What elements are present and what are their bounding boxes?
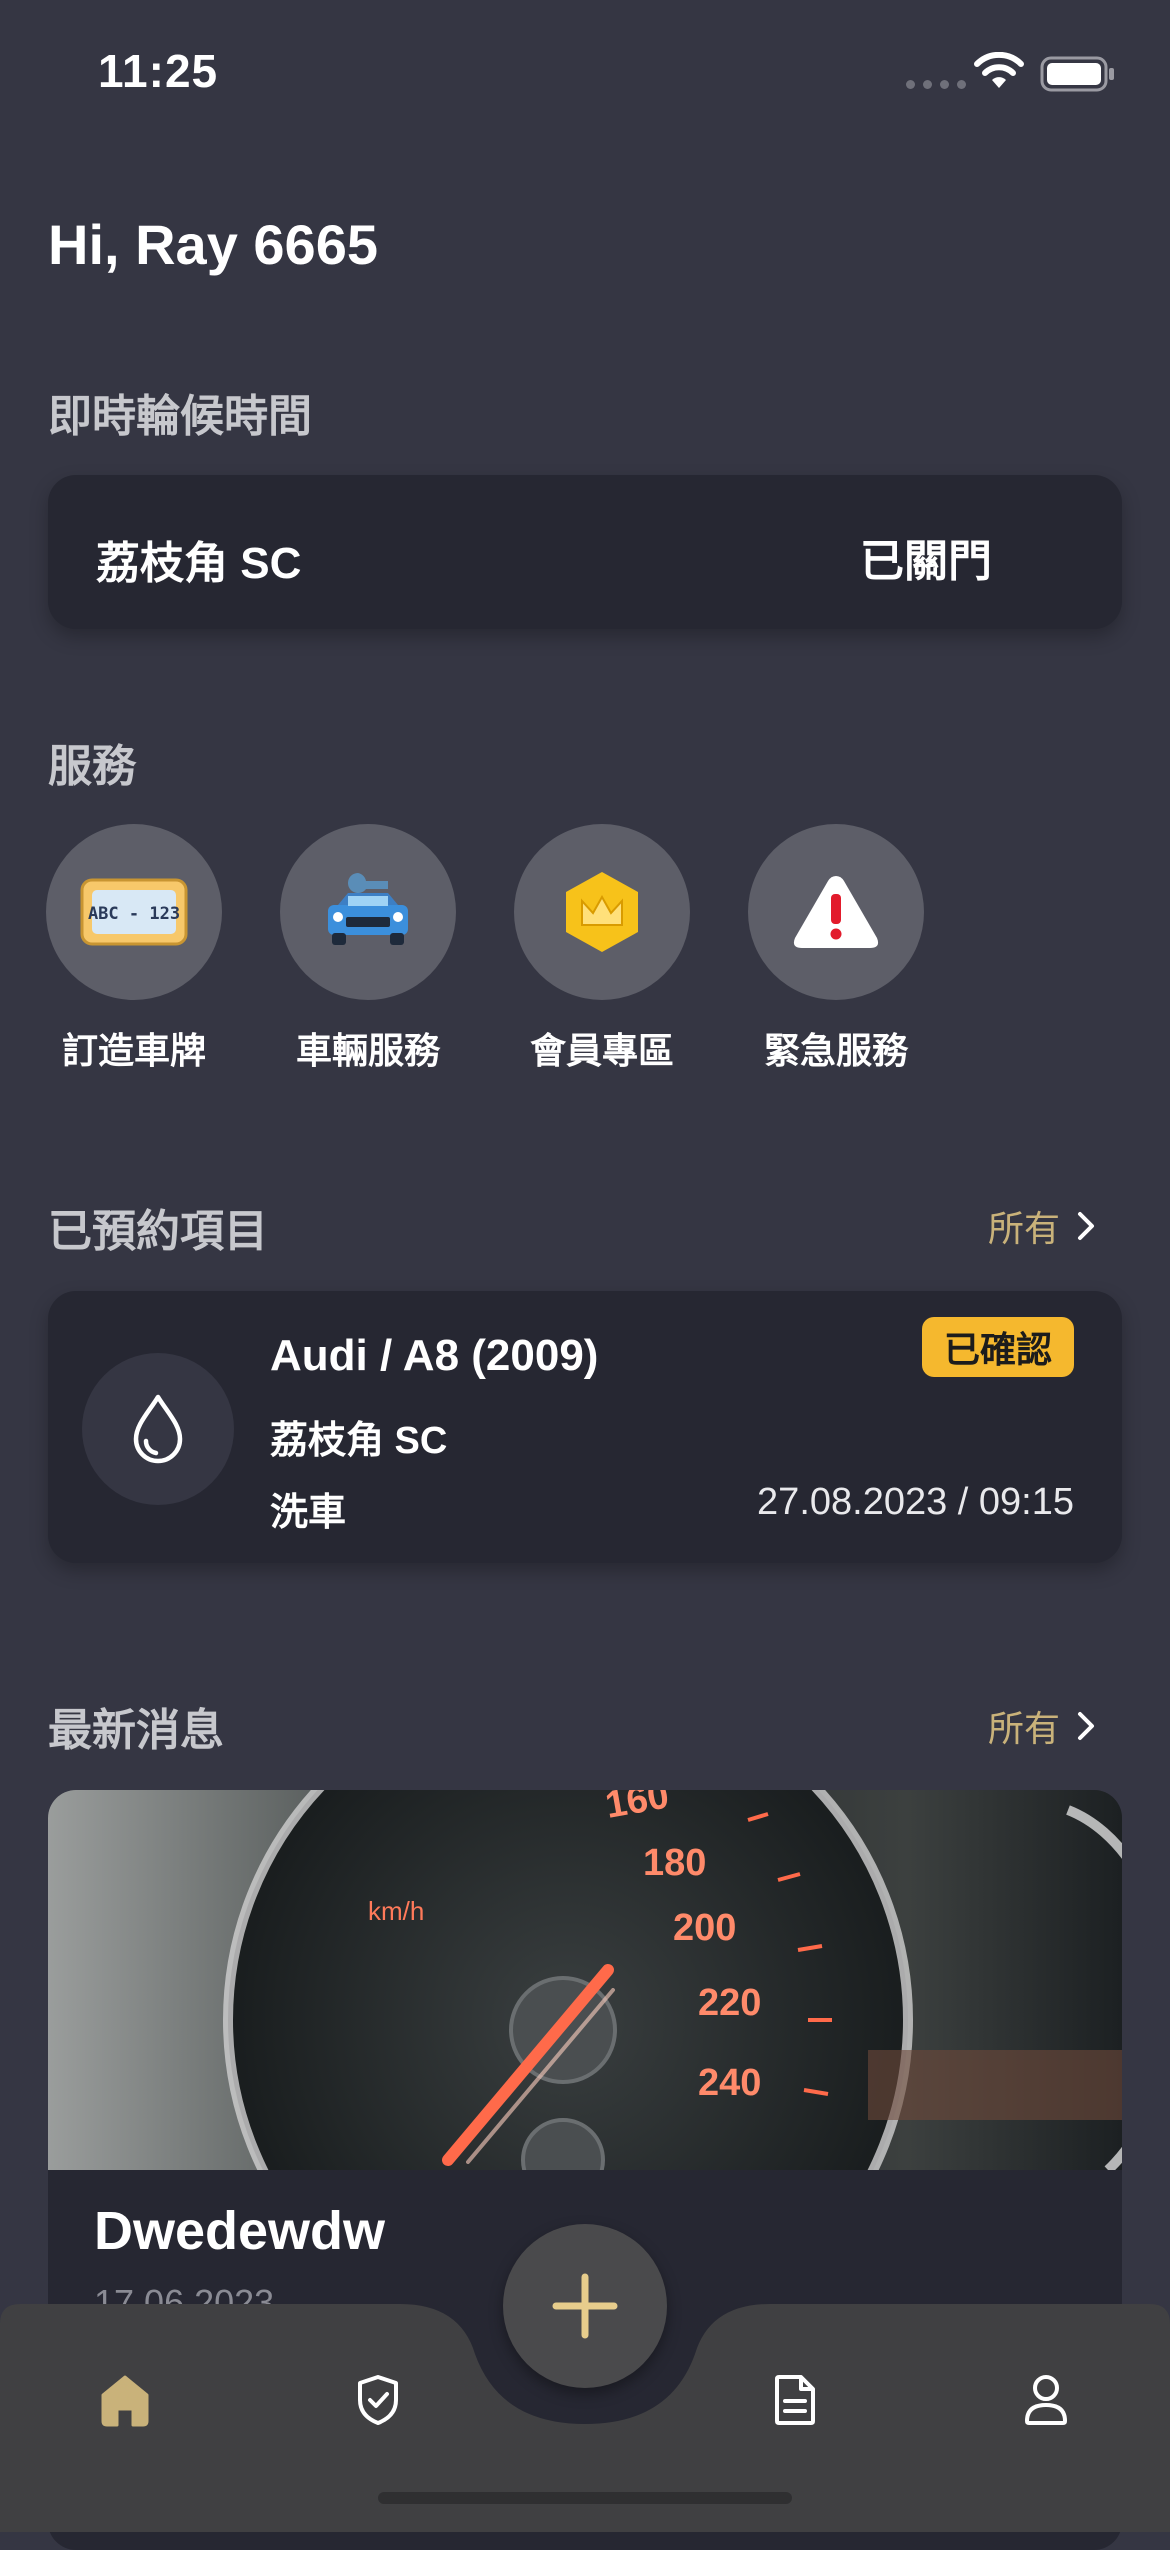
service-label: 緊急服務	[763, 1030, 908, 1071]
service-vehicle[interactable]: 車輛服務	[280, 824, 456, 1074]
document-icon	[775, 2375, 815, 2425]
nav-insurance[interactable]	[338, 2360, 418, 2440]
booking-vehicle: Audi / A8 (2009)	[270, 1331, 599, 1380]
shield-check-icon	[358, 2375, 398, 2425]
service-label: 訂造車牌	[61, 1030, 206, 1071]
speed-tick-label: 180	[643, 1842, 706, 1884]
status-badge: 已確認	[921, 1317, 1074, 1377]
plate-text: ABC - 123	[88, 904, 180, 924]
status-time: 11:25	[98, 45, 219, 97]
news-headline: Dwedewdw	[94, 2201, 386, 2261]
wait-time-title: 即時輪候時間	[48, 392, 312, 441]
warning-icon	[793, 876, 879, 948]
crown-icon	[566, 872, 638, 952]
booking-card[interactable]: Audi / A8 (2009) 荔枝角 SC 洗車 27.08.2023 / …	[48, 1291, 1122, 1563]
booking-service: 洗車	[270, 1492, 347, 1534]
speed-tick-label: 240	[698, 2062, 761, 2104]
speed-tick-label: 220	[698, 1982, 761, 2024]
service-label: 會員專區	[529, 1030, 674, 1071]
license-plate-icon: ABC - 123	[80, 878, 188, 946]
wait-time-branch: 荔枝角 SC	[96, 539, 302, 588]
wait-time-status: 已關門	[860, 537, 992, 586]
booking-datetime: 27.08.2023 / 09:15	[757, 1481, 1074, 1523]
user-icon	[1025, 2375, 1067, 2425]
service-license-plate[interactable]: ABC - 123 訂造車牌	[46, 824, 222, 1074]
news-view-all-link[interactable]: 所有	[988, 1700, 1096, 1752]
news-image-speedometer: km/h 160 180 200 220 240	[48, 1790, 1122, 2170]
home-icon	[101, 2375, 149, 2427]
signal-icon	[906, 80, 966, 89]
nav-home[interactable]	[85, 2360, 165, 2440]
services-title: 服務	[48, 742, 136, 791]
view-all-label: 所有	[988, 1708, 1061, 1749]
battery-icon	[1040, 56, 1116, 97]
chevron-right-icon	[1078, 1712, 1095, 1740]
service-label: 車輛服務	[295, 1030, 440, 1071]
news-title: 最新消息	[48, 1706, 224, 1755]
nav-documents[interactable]	[755, 2360, 835, 2440]
booked-view-all-link[interactable]: 所有	[988, 1200, 1096, 1252]
booking-branch: 荔枝角 SC	[270, 1420, 448, 1462]
booking-service-icon-wrap	[82, 1353, 234, 1505]
wait-time-card[interactable]: 荔枝角 SC 已關門	[48, 475, 1122, 629]
plus-icon	[552, 2273, 618, 2339]
service-emergency[interactable]: 緊急服務	[748, 824, 924, 1074]
speed-tick-label: 200	[673, 1907, 736, 1949]
greeting: Hi, Ray 6665	[48, 213, 378, 276]
car-service-icon	[328, 873, 408, 945]
home-indicator	[378, 2492, 792, 2504]
wifi-icon	[972, 51, 1026, 97]
service-member[interactable]: 會員專區	[514, 824, 690, 1074]
add-button[interactable]	[503, 2224, 667, 2388]
nav-profile[interactable]	[1006, 2360, 1086, 2440]
booked-title: 已預約項目	[48, 1207, 268, 1256]
chevron-right-icon	[1078, 1212, 1095, 1240]
water-drop-icon	[133, 1394, 183, 1464]
view-all-label: 所有	[988, 1208, 1061, 1249]
kmh-label: km/h	[368, 1896, 424, 1926]
